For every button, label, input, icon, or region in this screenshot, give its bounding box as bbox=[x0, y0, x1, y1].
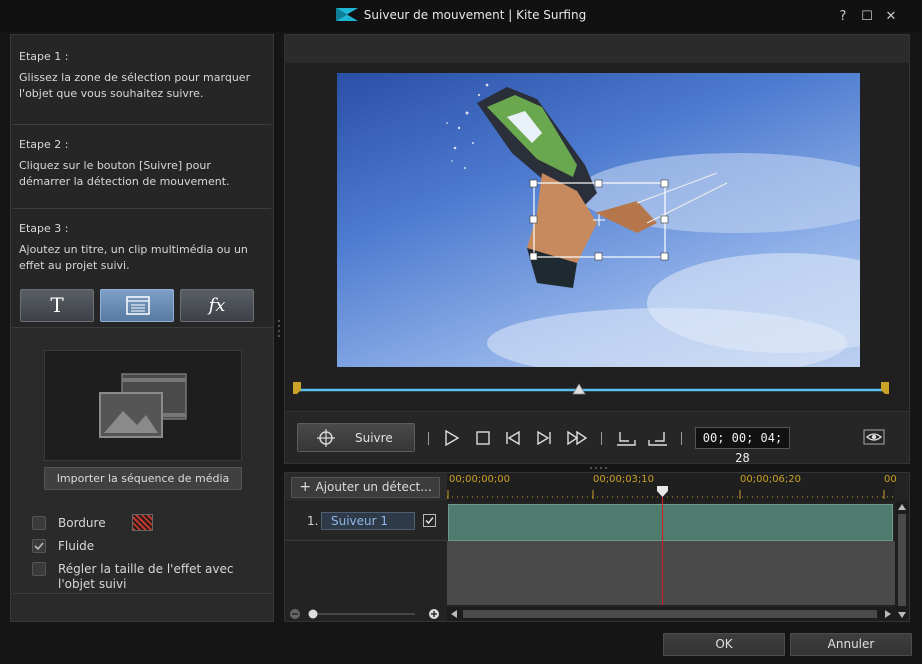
divider bbox=[13, 593, 271, 594]
effect-tool-button[interactable]: fx bbox=[180, 289, 254, 322]
step-2: Etape 2 : Cliquez sur le bouton [Suivre]… bbox=[19, 137, 263, 190]
zoom-control bbox=[285, 607, 447, 621]
ruler-tick-label: 00;00;00;00 bbox=[449, 474, 511, 485]
horizontal-scrollbar[interactable] bbox=[447, 607, 895, 621]
eye-icon[interactable] bbox=[863, 429, 885, 445]
step-3-heading: Etape 3 : bbox=[19, 222, 69, 235]
ruler-ticks bbox=[447, 490, 895, 499]
timeline-ruler[interactable]: 00;00;00;00 00;00;03;10 00;00;06;20 00 bbox=[447, 473, 897, 501]
scroll-arrows bbox=[451, 610, 891, 618]
step-1-text: Glissez la zone de sélection pour marque… bbox=[19, 71, 251, 100]
track-number: 1. bbox=[307, 514, 319, 528]
smooth-checkbox[interactable] bbox=[32, 539, 46, 553]
plus-icon: + bbox=[299, 479, 316, 495]
previous-frame-icon[interactable] bbox=[504, 430, 522, 446]
preview-panel: Suivre 00; 00; 04; 28 bbox=[284, 34, 910, 465]
border-color-swatch[interactable] bbox=[132, 514, 153, 531]
resize-checkbox[interactable] bbox=[32, 562, 46, 576]
video-preview[interactable] bbox=[337, 73, 860, 367]
help-icon[interactable]: ? bbox=[835, 9, 851, 25]
ruler-tick-label: 00;00;06;20 bbox=[740, 474, 802, 485]
cancel-button[interactable]: Annuler bbox=[790, 633, 912, 656]
track-button[interactable]: Suivre bbox=[297, 423, 415, 452]
playback-scrubber[interactable] bbox=[293, 378, 903, 402]
media-placeholder-icon bbox=[99, 373, 187, 438]
scroll-right-icon bbox=[885, 610, 891, 618]
ok-button[interactable]: OK bbox=[663, 633, 785, 656]
playback-controls: Suivre 00; 00; 04; 28 bbox=[285, 411, 909, 465]
media-clip-icon bbox=[126, 296, 150, 315]
empty-track-area[interactable] bbox=[447, 541, 895, 605]
next-frame-icon[interactable] bbox=[535, 430, 553, 446]
divider bbox=[681, 432, 682, 445]
media-preview[interactable] bbox=[44, 350, 242, 461]
tracker-clip[interactable] bbox=[448, 504, 893, 541]
track-name-field[interactable]: Suiveur 1 bbox=[321, 512, 415, 530]
track-enable-checkbox[interactable] bbox=[423, 514, 436, 527]
check-icon bbox=[34, 542, 44, 551]
fx-icon: fx bbox=[208, 295, 226, 316]
empty-track-header bbox=[285, 541, 447, 605]
scroll-down-icon bbox=[898, 612, 906, 618]
resize-label: Régler la taille de l'effet avec l'objet… bbox=[58, 562, 234, 591]
maximize-icon[interactable]: ☐ bbox=[859, 9, 875, 25]
video-frame-image bbox=[446, 83, 860, 367]
ruler-tick-label: 00;00;03;10 bbox=[593, 474, 655, 485]
step-1-heading: Etape 1 : bbox=[19, 50, 69, 63]
window-title: Suiveur de mouvement | Kite Surfing bbox=[0, 8, 922, 22]
app-logo-icon bbox=[335, 8, 358, 21]
media-options-pane: Importer la séquence de média Bordure Fl… bbox=[11, 327, 273, 621]
crosshair-icon bbox=[317, 429, 335, 447]
title-bar: Suiveur de mouvement | Kite Surfing ? ☐ … bbox=[0, 0, 922, 32]
scroll-left-icon bbox=[451, 610, 457, 618]
window-title-text: Suiveur de mouvement | Kite Surfing bbox=[363, 8, 587, 22]
timeline-panel: + Ajouter un détect... 00;00;00;00 00;00… bbox=[284, 472, 910, 622]
zoom-handle-icon bbox=[308, 609, 318, 619]
add-detector-button[interactable]: + Ajouter un détect... bbox=[291, 477, 440, 498]
title-tool-button[interactable]: T bbox=[20, 289, 94, 322]
zoom-slider[interactable] bbox=[285, 607, 447, 621]
divider bbox=[13, 208, 271, 209]
playhead-line bbox=[662, 493, 663, 605]
timecode-display[interactable]: 00; 00; 04; 28 bbox=[695, 427, 790, 465]
close-icon[interactable]: ✕ bbox=[883, 9, 899, 25]
vertical-scrollbar[interactable] bbox=[895, 501, 909, 621]
splitter-grip-icon[interactable] bbox=[588, 466, 608, 470]
play-icon[interactable] bbox=[443, 430, 461, 446]
track-header: 1. Suiveur 1 bbox=[285, 503, 447, 541]
set-mark-in-icon[interactable] bbox=[615, 430, 637, 446]
playhead-handle-icon[interactable] bbox=[657, 486, 668, 498]
divider bbox=[13, 124, 271, 125]
step-1: Etape 1 : Glissez la zone de sélection p… bbox=[19, 49, 263, 102]
import-media-button[interactable]: Importer la séquence de média bbox=[44, 467, 242, 490]
instructions-panel: Etape 1 : Glissez la zone de sélection p… bbox=[10, 34, 274, 622]
step-3: Etape 3 : Ajoutez un titre, un clip mult… bbox=[19, 221, 263, 274]
fast-forward-icon[interactable] bbox=[566, 430, 588, 446]
step-2-heading: Etape 2 : bbox=[19, 138, 69, 151]
set-mark-out-icon[interactable] bbox=[647, 430, 669, 446]
timeline-toolbar: + Ajouter un détect... bbox=[285, 473, 447, 501]
media-tool-button[interactable] bbox=[100, 289, 174, 322]
divider bbox=[601, 432, 602, 445]
check-icon bbox=[425, 517, 434, 525]
mark-out-icon bbox=[881, 382, 889, 394]
step-2-text: Cliquez sur le bouton [Suivre] pour déma… bbox=[19, 159, 230, 188]
splitter-grip-icon[interactable] bbox=[277, 318, 281, 338]
track-button-label: Suivre bbox=[355, 431, 393, 445]
stop-icon[interactable] bbox=[474, 430, 492, 446]
ruler-tick-label: 00 bbox=[884, 474, 897, 485]
border-checkbox[interactable] bbox=[32, 516, 46, 530]
smooth-label: Fluide bbox=[58, 539, 95, 553]
mark-in-icon bbox=[293, 382, 301, 394]
scroll-arrows bbox=[898, 504, 906, 618]
border-label: Bordure bbox=[58, 516, 106, 530]
title-icon: T bbox=[50, 293, 64, 317]
divider bbox=[428, 432, 429, 445]
preview-header bbox=[285, 35, 909, 63]
scroll-up-icon bbox=[898, 504, 906, 510]
step-3-text: Ajoutez un titre, un clip multimédia ou … bbox=[19, 243, 248, 272]
add-detector-label: Ajouter un détect... bbox=[315, 480, 432, 494]
